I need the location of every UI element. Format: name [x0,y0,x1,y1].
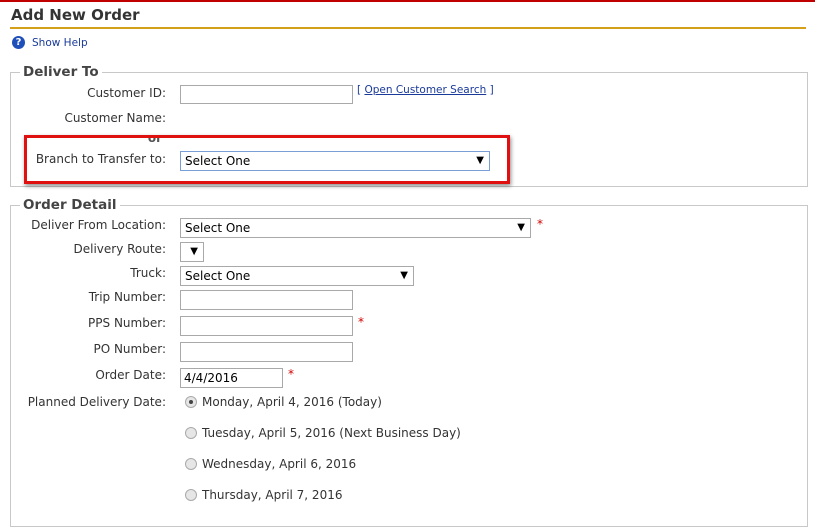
chevron-down-icon: ▼ [190,246,198,257]
show-help-label: Show Help [32,36,88,49]
delivery-route-label: Delivery Route: [73,242,166,256]
deliver-from-select[interactable]: Select One ▼ [180,218,531,238]
customer-search-wrapper: [ Open Customer Search ] [357,84,494,96]
truck-value: Select One [185,269,251,283]
pps-number-input[interactable] [180,316,353,336]
radio-button[interactable] [185,427,197,439]
planned-delivery-label: Planned Delivery Date: [27,395,166,409]
required-marker: * [288,367,294,381]
required-marker: * [358,315,364,329]
delivery-route-select[interactable]: ▼ [180,242,204,262]
chevron-down-icon: ▼ [517,222,525,233]
order-date-label: Order Date: [95,368,166,382]
highlight-annotation-box [24,135,510,184]
chevron-down-icon: ▼ [400,270,408,281]
customer-id-label: Customer ID: [87,86,166,100]
delivery-option-label: Monday, April 4, 2016 (Today) [202,395,382,409]
trip-number-input[interactable] [180,290,353,310]
deliver-from-value: Select One [185,221,251,235]
title-divider [10,27,806,29]
truck-select[interactable]: Select One ▼ [180,266,414,286]
customer-id-input[interactable] [180,85,353,104]
radio-button[interactable] [185,458,197,470]
deliver-from-label: Deliver From Location: [31,218,166,232]
delivery-option-label: Thursday, April 7, 2016 [202,488,343,502]
order-detail-legend: Order Detail [20,197,120,213]
bracket-open: [ [357,84,362,96]
trip-number-label: Trip Number: [88,290,166,304]
page-title: Add New Order [11,6,140,24]
delivery-option-today[interactable]: Monday, April 4, 2016 (Today) [185,395,382,409]
required-marker: * [537,217,543,231]
pps-number-label: PPS Number: [88,316,166,330]
delivery-option-label: Wednesday, April 6, 2016 [202,457,357,471]
delivery-option-wednesday[interactable]: Wednesday, April 6, 2016 [185,457,356,471]
help-circle-icon: ? [12,36,25,49]
order-date-input[interactable] [180,368,283,388]
open-customer-search-link[interactable]: Open Customer Search [364,84,486,96]
po-number-input[interactable] [180,342,353,362]
delivery-option-thursday[interactable]: Thursday, April 7, 2016 [185,488,342,502]
top-accent-bar [0,0,815,2]
radio-button[interactable] [185,489,197,501]
delivery-option-label: Tuesday, April 5, 2016 (Next Business Da… [202,426,461,440]
truck-label: Truck: [130,266,166,280]
po-number-label: PO Number: [93,342,166,356]
radio-button-checked[interactable] [185,396,197,408]
deliver-to-legend: Deliver To [20,64,102,80]
customer-name-label: Customer Name: [64,111,166,125]
bracket-close: ] [489,84,494,96]
delivery-option-next-business-day[interactable]: Tuesday, April 5, 2016 (Next Business Da… [185,426,461,440]
show-help-link[interactable]: ? Show Help [12,36,88,49]
